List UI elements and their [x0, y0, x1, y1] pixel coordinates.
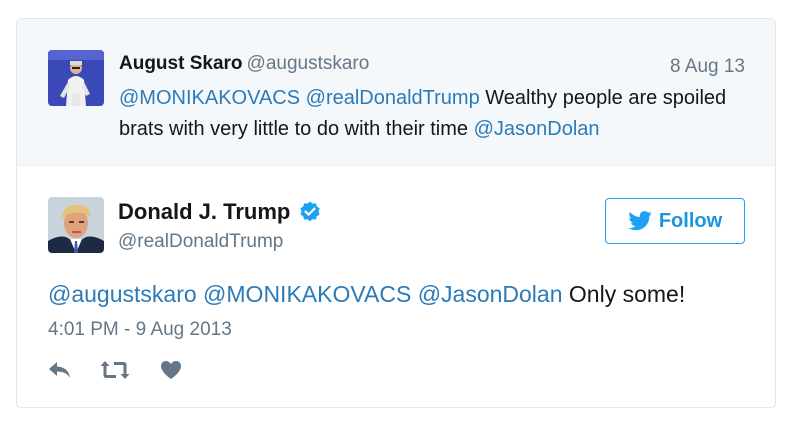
main-author-name[interactable]: Donald J. Trump — [118, 199, 322, 225]
mention-link[interactable]: @MONIKAKOVACS — [119, 87, 300, 109]
mention-link[interactable]: @realDonaldTrump — [306, 87, 480, 109]
parent-tweet[interactable]: August Skaro @augustskaro 8 Aug 13 @MONIK… — [17, 19, 775, 167]
reply-icon[interactable] — [48, 360, 72, 380]
main-tweet-body: Only some! — [562, 281, 686, 307]
follow-label: Follow — [658, 209, 723, 232]
main-author-handle[interactable]: @realDonaldTrump — [118, 231, 283, 253]
tweet-timestamp[interactable]: 4:01 PM - 9 Aug 2013 — [48, 319, 232, 341]
mention-link[interactable]: @JasonDolan — [418, 281, 563, 307]
main-tweet-text: @augustskaro @MONIKAKOVACS @JasonDolan O… — [48, 281, 685, 308]
mention-link[interactable]: @JasonDolan — [474, 118, 600, 140]
mention-link[interactable]: @augustskaro — [48, 281, 197, 307]
main-author-avatar[interactable] — [48, 197, 104, 253]
verified-badge-icon — [298, 200, 322, 224]
parent-tweet-date[interactable]: 8 Aug 13 — [670, 56, 745, 78]
parent-author-name[interactable]: August Skaro @augustskaro — [119, 53, 369, 75]
parent-author-avatar[interactable] — [48, 50, 104, 106]
tweet-actions — [48, 360, 182, 380]
follow-button[interactable]: Follow — [605, 198, 745, 244]
mention-link[interactable]: @MONIKAKOVACS — [203, 281, 411, 307]
parent-tweet-text: @MONIKAKOVACS @realDonaldTrump Wealthy p… — [119, 83, 739, 145]
main-author-name-text[interactable]: Donald J. Trump — [118, 199, 290, 225]
heart-icon[interactable] — [160, 360, 182, 380]
parent-author-handle[interactable]: @augustskaro — [247, 53, 370, 74]
tweet-embed-card: August Skaro @augustskaro 8 Aug 13 @MONIK… — [16, 18, 776, 408]
twitter-bird-icon — [628, 211, 652, 231]
parent-author-name-text[interactable]: August Skaro — [119, 53, 243, 74]
retweet-icon[interactable] — [100, 360, 130, 380]
